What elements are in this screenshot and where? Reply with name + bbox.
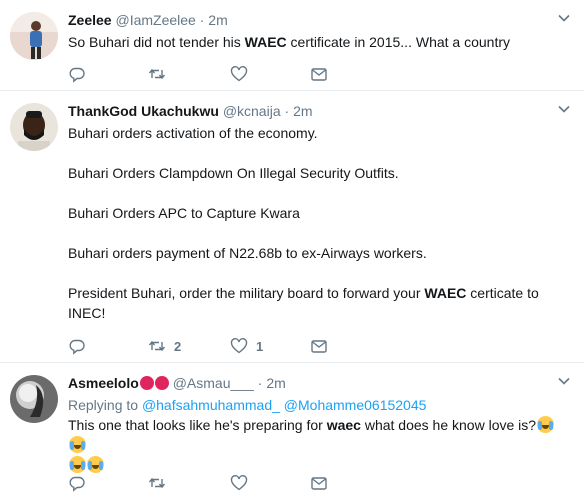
user-handle[interactable]: @kcnaija <box>223 103 281 119</box>
reply-button[interactable] <box>68 336 86 356</box>
retweet-icon <box>148 340 166 352</box>
retweet-button[interactable] <box>148 64 174 84</box>
like-icon <box>230 475 248 491</box>
tongue-emoji-icon <box>139 376 154 390</box>
tweet-text: This one that looks like he's preparing … <box>68 415 570 475</box>
crying-laughing-emoji-icon <box>537 416 555 433</box>
user-handle[interactable]: @Asmau___ <box>173 375 254 391</box>
reply-icon <box>69 67 85 83</box>
avatar-image <box>10 12 58 60</box>
direct-message-icon <box>311 68 327 81</box>
like-count: 1 <box>256 338 264 354</box>
tweet-actions <box>68 64 368 84</box>
like-icon <box>230 66 248 82</box>
like-button[interactable] <box>230 64 256 84</box>
tweet-header: Zeelee @IamZeelee · 2m <box>68 10 570 30</box>
separator-dot: · <box>284 103 290 119</box>
tweet-line: Buhari Orders Clampdown On Illegal Secur… <box>68 165 399 181</box>
direct-message-button[interactable] <box>310 64 328 84</box>
tweet-zeelee[interactable]: Zeelee @IamZeelee · 2m So Buhari did not… <box>0 0 584 91</box>
like-button[interactable]: 1 <box>230 336 263 356</box>
mention-link[interactable]: @hafsahmuhammad_ <box>142 397 280 413</box>
direct-message-button[interactable] <box>310 336 328 356</box>
mention-link[interactable]: @Mohamme06152045 <box>284 397 427 413</box>
retweet-button[interactable]: 2 <box>148 336 181 356</box>
reply-button[interactable] <box>68 473 86 493</box>
timestamp[interactable]: 2m <box>208 12 227 28</box>
reply-icon <box>69 339 85 355</box>
tweet-header: ThankGod Ukachukwu @kcnaija · 2m <box>68 101 570 121</box>
crying-laughing-emoji-icon <box>69 436 86 453</box>
avatar[interactable] <box>10 375 58 423</box>
avatar-image <box>10 375 58 423</box>
retweet-count: 2 <box>174 338 182 354</box>
display-name[interactable]: Asmeelolo <box>68 375 139 391</box>
separator-dot: · <box>257 375 263 391</box>
display-name[interactable]: Zeelee <box>68 12 112 28</box>
user-handle[interactable]: @IamZeelee <box>115 12 195 28</box>
tongue-emoji-icon <box>154 376 169 390</box>
like-button[interactable] <box>230 473 256 493</box>
crying-laughing-emoji-icon <box>69 456 86 473</box>
chevron-down-icon[interactable] <box>558 103 570 115</box>
avatar[interactable] <box>10 103 58 151</box>
tweet-header: Asmeelolo @Asmau___ · 2m <box>68 373 570 393</box>
direct-message-button[interactable] <box>310 473 328 493</box>
tweet-text: So Buhari did not tender his WAEC certif… <box>68 34 511 50</box>
tweet-line: President Buhari, order the military boa… <box>68 285 539 301</box>
reply-icon <box>69 476 85 492</box>
direct-message-icon <box>311 340 327 353</box>
avatar-image <box>10 103 58 151</box>
avatar[interactable] <box>10 12 58 60</box>
tweet-actions <box>68 473 368 493</box>
like-icon <box>230 338 248 354</box>
display-name[interactable]: ThankGod Ukachukwu <box>68 103 219 119</box>
tweet-line: Buhari orders payment of N22.68b to ex-A… <box>68 245 427 261</box>
tweet-line: INEC! <box>68 305 106 321</box>
separator-dot: · <box>199 12 205 28</box>
retweet-button[interactable] <box>148 473 174 493</box>
tweet-actions: 2 1 <box>68 336 368 356</box>
retweet-icon <box>148 477 166 489</box>
reply-button[interactable] <box>68 64 86 84</box>
tweet-text: Buhari orders activation of the economy.… <box>68 123 570 323</box>
replying-to: Replying to @hafsahmuhammad_ @Mohamme061… <box>68 397 427 413</box>
crying-laughing-emoji-icon <box>87 456 104 473</box>
tweet-line: Buhari Orders APC to Capture Kwara <box>68 205 300 221</box>
retweet-icon <box>148 68 166 80</box>
direct-message-icon <box>311 477 327 490</box>
timestamp[interactable]: 2m <box>266 375 285 391</box>
chevron-down-icon[interactable] <box>558 375 570 387</box>
tweet-asmeelolo[interactable]: Asmeelolo @Asmau___ · 2m Replying to @ha… <box>0 363 584 499</box>
chevron-down-icon[interactable] <box>558 12 570 24</box>
tweet-line: Buhari orders activation of the economy. <box>68 125 318 141</box>
timestamp[interactable]: 2m <box>293 103 312 119</box>
tweet-thankgod[interactable]: ThankGod Ukachukwu @kcnaija · 2m Buhari … <box>0 91 584 363</box>
